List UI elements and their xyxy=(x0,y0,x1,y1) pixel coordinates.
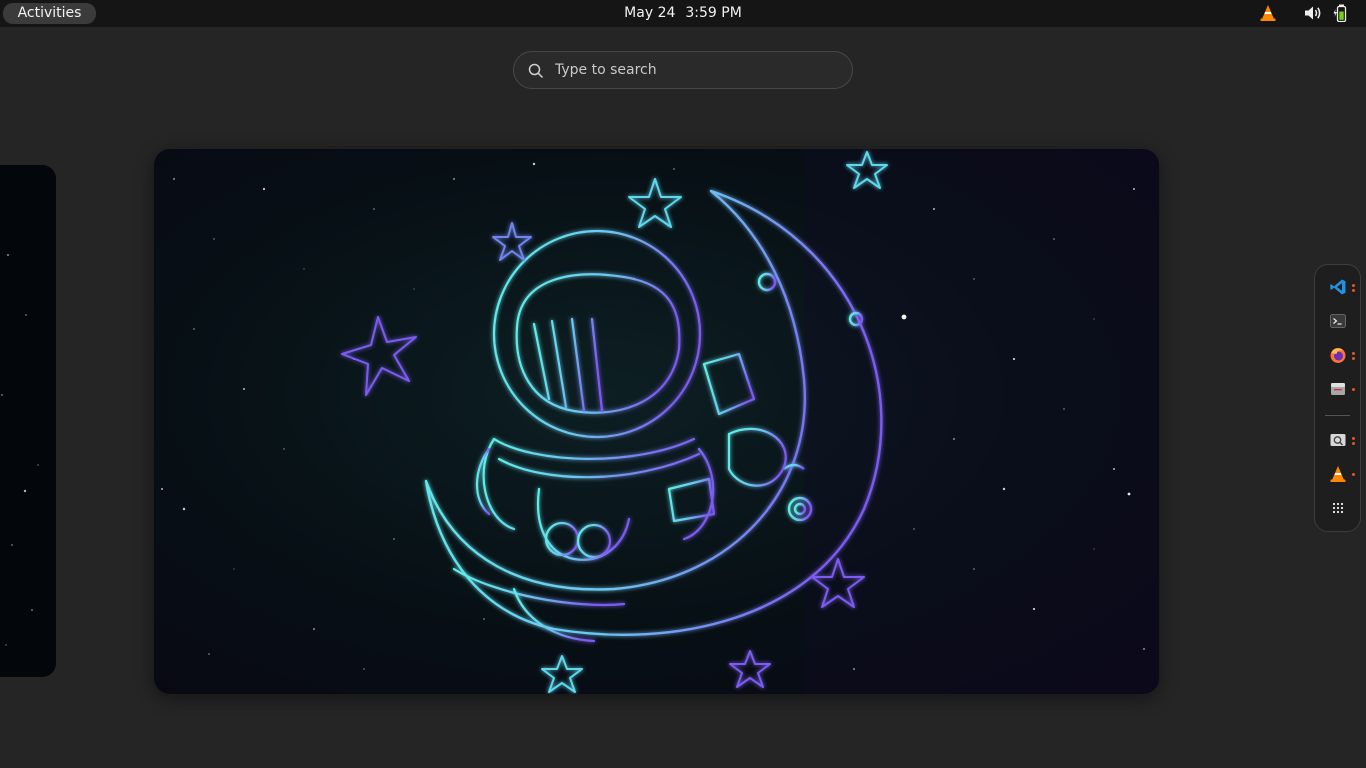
clock-time: 3:59 PM xyxy=(685,5,742,21)
dash xyxy=(1314,264,1361,532)
running-indicator xyxy=(1352,352,1355,355)
running-indicator xyxy=(1352,289,1355,292)
workspace-thumbnail-current[interactable] xyxy=(154,149,1159,694)
vlc-icon[interactable] xyxy=(1259,4,1277,22)
dash-separator xyxy=(1325,415,1350,416)
running-indicator xyxy=(1352,284,1355,287)
search-input[interactable] xyxy=(555,52,840,88)
running-indicator xyxy=(1352,442,1355,445)
running-indicator xyxy=(1352,437,1355,440)
show-apps-grid-icon[interactable] xyxy=(1329,499,1347,517)
running-indicator xyxy=(1352,473,1355,476)
terminal-icon[interactable] xyxy=(1329,312,1347,330)
workspace-thumbnail-previous[interactable] xyxy=(0,165,56,677)
clock-date: May 24 xyxy=(624,5,676,21)
clock[interactable]: May 24 3:59 PM xyxy=(600,0,766,27)
running-indicator xyxy=(1352,357,1355,360)
search-box[interactable] xyxy=(513,51,853,89)
wallpaper-image xyxy=(0,165,56,677)
screenshot-viewer-icon[interactable] xyxy=(1329,431,1347,449)
activities-button[interactable]: Activities xyxy=(3,3,96,24)
vlc-icon[interactable] xyxy=(1329,465,1347,483)
search-icon xyxy=(528,63,544,79)
firefox-icon[interactable] xyxy=(1329,346,1347,364)
top-bar: Activities May 24 3:59 PM xyxy=(0,0,1366,27)
volume-icon[interactable] xyxy=(1303,4,1323,22)
running-indicator xyxy=(1352,388,1355,391)
vscode-icon[interactable] xyxy=(1329,278,1347,296)
battery-icon[interactable] xyxy=(1333,4,1351,22)
files-icon[interactable] xyxy=(1329,380,1347,398)
wallpaper-image xyxy=(154,149,1159,694)
